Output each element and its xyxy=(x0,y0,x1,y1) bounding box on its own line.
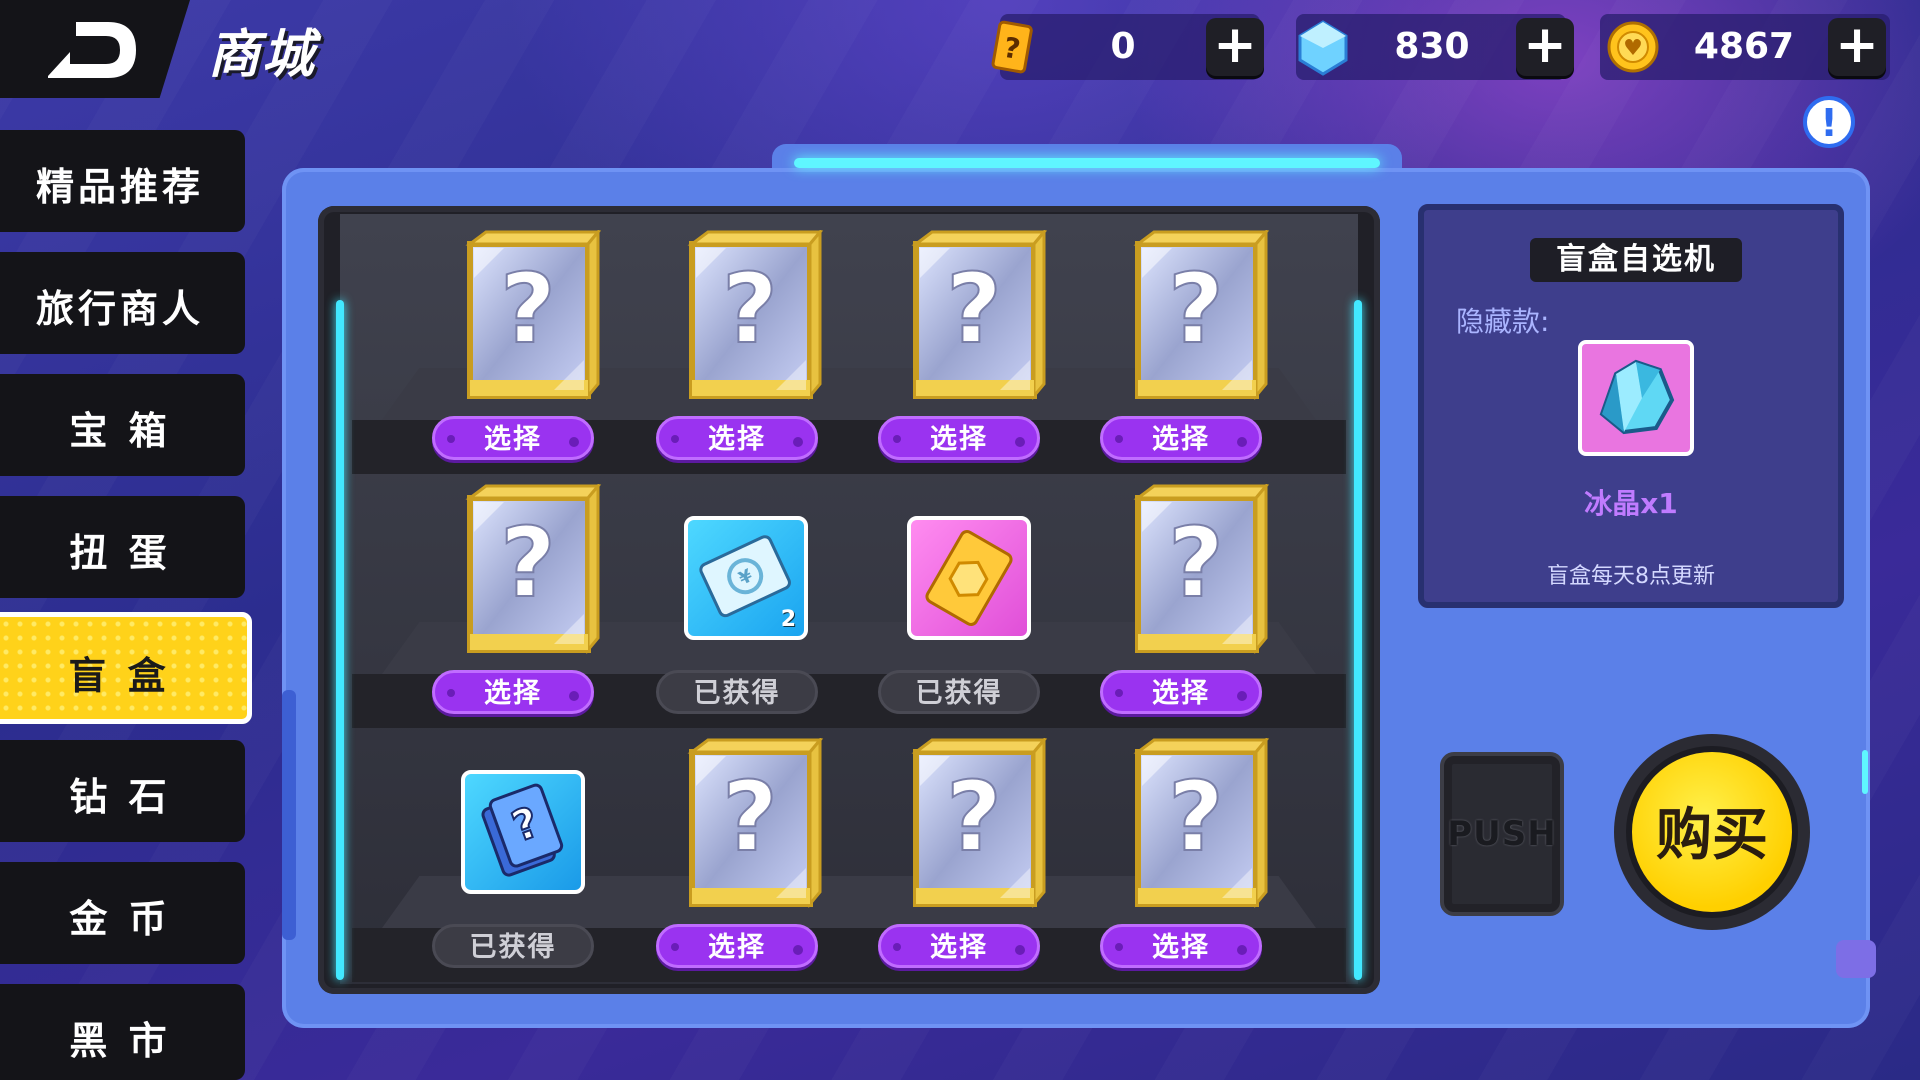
sidebar-item-gacha[interactable]: 扭 蛋 xyxy=(0,496,245,598)
buy-button[interactable]: 购买 xyxy=(1614,734,1810,930)
diamond-count: 830 xyxy=(1394,26,1470,67)
select-button[interactable]: 选择 xyxy=(878,924,1040,968)
sidebar-item-label: 金 币 xyxy=(69,897,171,941)
sidebar-item-label: 扭 蛋 xyxy=(69,531,171,575)
mystery-card-icon: ? xyxy=(481,783,564,877)
refresh-note: 盲盒每天8点更新 xyxy=(1547,564,1715,589)
gold-coin-icon: ♥ xyxy=(1607,21,1659,73)
info-icon: ! xyxy=(1820,101,1838,145)
hidden-item-label: 隐藏款: xyxy=(1456,305,1550,338)
back-arrow-icon xyxy=(48,22,136,78)
sidebar-item-label: 钻 石 xyxy=(69,775,171,819)
blind-box-selector-panel: 盲盒自选机 隐藏款: 冰晶x1 盲盒每天8点更新 xyxy=(1418,204,1844,608)
gold-ticket-icon xyxy=(925,530,1013,626)
buy-label: 购买 xyxy=(1656,803,1768,868)
ice-crystal-icon xyxy=(1599,359,1675,435)
owned-label: 已获得 xyxy=(656,670,818,714)
select-button[interactable]: 选择 xyxy=(1100,924,1262,968)
select-button[interactable]: 选择 xyxy=(1100,670,1262,714)
mystery-ticket-icon: ? xyxy=(991,20,1033,74)
page-title: 商城 xyxy=(208,25,317,85)
hidden-prize-card[interactable] xyxy=(1578,340,1694,456)
sidebar-item-blind-box[interactable]: 盲 盒 xyxy=(0,612,252,724)
neon-strip-right xyxy=(1354,300,1362,980)
sidebar-item-traveling-merchant[interactable]: 旅行商人 xyxy=(0,252,245,354)
select-button[interactable]: 选择 xyxy=(656,416,818,460)
hidden-prize-name: 冰晶x1 xyxy=(1584,487,1678,520)
add-diamond-button[interactable]: + xyxy=(1516,18,1574,76)
info-button[interactable]: ! xyxy=(1803,96,1855,148)
ticket-count: 0 xyxy=(1110,26,1136,67)
mystery-box-icon[interactable] xyxy=(686,738,826,914)
sidebar-item-diamonds[interactable]: 钻 石 xyxy=(0,740,245,842)
add-ticket-button[interactable]: + xyxy=(1206,18,1264,76)
gold-count: 4867 xyxy=(1693,26,1795,67)
sidebar-item-coins[interactable]: 金 币 xyxy=(0,862,245,964)
mystery-box-icon[interactable] xyxy=(686,230,826,406)
mystery-box-icon[interactable] xyxy=(464,484,604,660)
mystery-box-icon[interactable] xyxy=(464,230,604,406)
push-button[interactable]: PUSH xyxy=(1440,752,1564,916)
item-count: 2 xyxy=(780,607,796,632)
mystery-box-icon[interactable] xyxy=(1132,738,1272,914)
owned-label: 已获得 xyxy=(878,670,1040,714)
sidebar-item-featured[interactable]: 精品推荐 xyxy=(0,130,245,232)
mystery-box-icon[interactable] xyxy=(910,738,1050,914)
owned-label: 已获得 xyxy=(432,924,594,968)
sidebar-item-label: 宝 箱 xyxy=(69,409,171,453)
sidebar-item-label: 黑 市 xyxy=(69,1019,171,1063)
mystery-box-icon[interactable] xyxy=(910,230,1050,406)
select-button[interactable]: 选择 xyxy=(656,924,818,968)
panel-side-bar xyxy=(282,690,296,940)
dice-icon[interactable] xyxy=(1836,940,1876,978)
mystery-box-icon[interactable] xyxy=(1132,484,1272,660)
sidebar-item-label: 盲 盒 xyxy=(68,654,170,698)
selector-title: 盲盒自选机 xyxy=(1530,238,1742,282)
gold-ticket-card xyxy=(907,516,1031,640)
mystery-box-icon[interactable] xyxy=(1132,230,1272,406)
select-button[interactable]: 选择 xyxy=(432,670,594,714)
sidebar-item-label: 旅行商人 xyxy=(35,287,204,331)
blue-coupon-card: ¥ 2 xyxy=(684,516,808,640)
diamond-icon xyxy=(1298,20,1348,76)
add-gold-button[interactable]: + xyxy=(1828,18,1886,76)
select-button[interactable]: 选择 xyxy=(878,416,1040,460)
push-label: PUSH xyxy=(1447,814,1557,854)
sidebar-item-black-market[interactable]: 黑 市 xyxy=(0,984,245,1080)
select-button[interactable]: 选择 xyxy=(1100,416,1262,460)
decor-bar xyxy=(1862,750,1868,794)
sidebar-item-chest[interactable]: 宝 箱 xyxy=(0,374,245,476)
back-button[interactable] xyxy=(0,0,190,98)
select-button[interactable]: 选择 xyxy=(432,416,594,460)
mystery-card-item: ? xyxy=(461,770,585,894)
panel-glow-strip xyxy=(794,158,1380,168)
svg-text:♥: ♥ xyxy=(1623,36,1643,61)
neon-strip-left xyxy=(336,300,344,980)
sidebar-item-label: 精品推荐 xyxy=(35,165,204,209)
